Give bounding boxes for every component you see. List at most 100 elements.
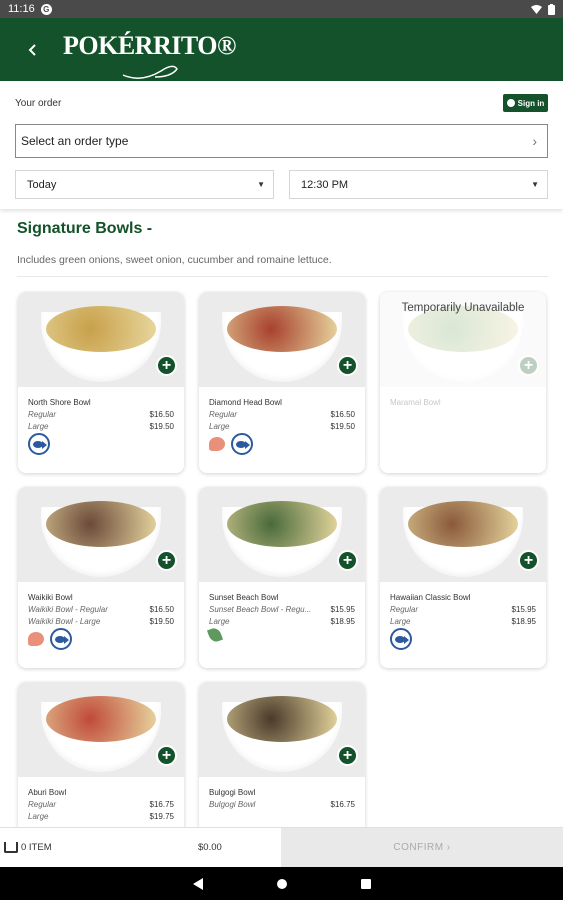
confirm-button[interactable]: CONFIRM › bbox=[281, 828, 563, 867]
size-label: Bulgogi Bowl bbox=[209, 800, 256, 809]
leaf-icon bbox=[206, 626, 224, 644]
add-to-cart-button[interactable]: + bbox=[518, 550, 539, 571]
add-to-cart-button[interactable]: + bbox=[337, 550, 358, 571]
fish-icon bbox=[231, 433, 253, 455]
add-to-cart-button[interactable]: + bbox=[337, 745, 358, 766]
price-value: $16.50 bbox=[149, 410, 174, 419]
price-value: $15.95 bbox=[511, 605, 536, 614]
food-image bbox=[46, 306, 156, 352]
price-value: $19.50 bbox=[149, 617, 174, 626]
sign-in-label: Sign in bbox=[517, 98, 545, 108]
price-row: Bulgogi Bowl $16.75 bbox=[209, 800, 355, 809]
menu-item-card: +Maramal BowlTemporarily Unavailable bbox=[380, 292, 546, 473]
add-to-cart-button[interactable]: + bbox=[156, 355, 177, 376]
shrimp-icon bbox=[28, 632, 44, 646]
shrimp-icon bbox=[209, 437, 225, 451]
unavailable-overlay: Temporarily Unavailable bbox=[380, 292, 546, 473]
menu-item-card[interactable]: + North Shore Bowl Regular $16.50 Large $19.5… bbox=[18, 292, 184, 473]
size-label: Large bbox=[209, 422, 230, 431]
menu-item-name: North Shore Bowl bbox=[28, 398, 91, 407]
size-label: Large bbox=[28, 422, 49, 431]
menu-item-card[interactable]: + Hawaiian Classic Bowl Regular $15.95 Large… bbox=[380, 487, 546, 668]
chevron-right-icon: › bbox=[532, 133, 537, 149]
status-bar: 11:16 G bbox=[0, 0, 563, 18]
price-row: Large $18.95 bbox=[390, 617, 536, 626]
status-icons bbox=[531, 3, 555, 15]
section-description: Includes green onions, sweet onion, cucu… bbox=[17, 254, 332, 266]
dietary-icons bbox=[28, 433, 50, 455]
size-label: Regular bbox=[209, 410, 238, 419]
food-image bbox=[46, 696, 156, 742]
price-row: Waikiki Bowl - Large $19.50 bbox=[28, 617, 174, 626]
price-row: Large $19.75 bbox=[28, 812, 174, 821]
dietary-icons bbox=[390, 628, 412, 650]
dietary-icons bbox=[206, 626, 224, 644]
price-row: Regular $15.95 bbox=[390, 605, 536, 614]
time-value: 12:30 PM bbox=[301, 178, 349, 191]
add-to-cart-button[interactable]: + bbox=[337, 355, 358, 376]
menu-item-name: Waikiki Bowl bbox=[28, 593, 73, 602]
price-value: $19.50 bbox=[330, 422, 355, 431]
cart-total: $0.00 bbox=[198, 842, 222, 853]
menu-item-name: Hawaiian Classic Bowl bbox=[390, 593, 471, 602]
add-to-cart-button[interactable]: + bbox=[156, 745, 177, 766]
fish-icon bbox=[390, 628, 412, 650]
order-type-select[interactable]: Select an order type › bbox=[15, 124, 548, 158]
user-icon bbox=[506, 99, 515, 107]
price-value: $16.75 bbox=[330, 800, 355, 809]
size-label: Waikiki Bowl - Regular bbox=[28, 605, 108, 614]
unavailable-label: Temporarily Unavailable bbox=[401, 302, 525, 314]
date-select[interactable]: Today ▼ bbox=[15, 170, 274, 199]
price-row: Sunset Beach Bowl - Regu... $15.95 bbox=[209, 605, 355, 614]
price-row: Regular $16.75 bbox=[28, 800, 174, 809]
price-value: $16.75 bbox=[149, 800, 174, 809]
price-row: Waikiki Bowl - Regular $16.50 bbox=[28, 605, 174, 614]
size-label: Regular bbox=[390, 605, 419, 614]
size-label: Large bbox=[209, 617, 230, 626]
nav-home-icon[interactable] bbox=[276, 878, 287, 889]
order-type-placeholder: Select an order type bbox=[21, 134, 129, 148]
sign-in-button[interactable]: Sign in bbox=[503, 94, 548, 112]
logo-text: POKÉRRITO® bbox=[63, 30, 236, 60]
fish-icon bbox=[50, 628, 72, 650]
google-icon: G bbox=[40, 3, 52, 15]
brand-logo: POKÉRRITO® bbox=[63, 30, 236, 79]
price-row: Large $19.50 bbox=[28, 422, 174, 431]
nav-back-icon[interactable] bbox=[192, 877, 203, 890]
back-button[interactable] bbox=[17, 35, 47, 65]
status-time: 11:16 bbox=[8, 3, 35, 15]
divider bbox=[17, 276, 548, 277]
food-image bbox=[46, 501, 156, 547]
price-row: Regular $16.50 bbox=[28, 410, 174, 419]
your-order-label: Your order bbox=[15, 98, 62, 109]
menu-item-card[interactable]: + Sunset Beach Bowl Sunset Beach Bowl - Re… bbox=[199, 487, 365, 668]
menu-item-name: Diamond Head Bowl bbox=[209, 398, 282, 407]
price-row: Large $18.95 bbox=[209, 617, 355, 626]
cart-summary[interactable]: 0 ITEM $0.00 bbox=[0, 842, 281, 853]
dietary-icons bbox=[28, 628, 72, 650]
app-bar: POKÉRRITO® bbox=[0, 18, 563, 81]
wifi-icon bbox=[531, 4, 542, 14]
menu-item-name: Bulgogi Bowl bbox=[209, 788, 256, 797]
battery-icon bbox=[548, 3, 555, 15]
price-value: $18.95 bbox=[330, 617, 355, 626]
size-label: Regular bbox=[28, 800, 57, 809]
nav-recents-icon[interactable] bbox=[360, 878, 371, 889]
size-label: Large bbox=[28, 812, 49, 821]
logo-swoosh-icon bbox=[122, 65, 178, 79]
menu-item-card[interactable]: + Diamond Head Bowl Regular $16.50 Large $19.… bbox=[199, 292, 365, 473]
chevron-left-icon bbox=[28, 43, 36, 56]
size-label: Sunset Beach Bowl - Regu... bbox=[209, 605, 312, 614]
add-to-cart-button[interactable]: + bbox=[156, 550, 177, 571]
menu-item-name: Aburi Bowl bbox=[28, 788, 67, 797]
menu-item-card[interactable]: + Waikiki Bowl Waikiki Bowl - Regular $16.5… bbox=[18, 487, 184, 668]
cart-icon bbox=[4, 842, 18, 853]
price-value: $19.75 bbox=[149, 812, 174, 821]
menu-item-name: Sunset Beach Bowl bbox=[209, 593, 279, 602]
android-nav-bar bbox=[0, 867, 563, 900]
food-image bbox=[227, 696, 337, 742]
price-row: Regular $16.50 bbox=[209, 410, 355, 419]
time-select[interactable]: 12:30 PM ▼ bbox=[289, 170, 548, 199]
size-label: Waikiki Bowl - Large bbox=[28, 617, 101, 626]
fish-icon bbox=[28, 433, 50, 455]
